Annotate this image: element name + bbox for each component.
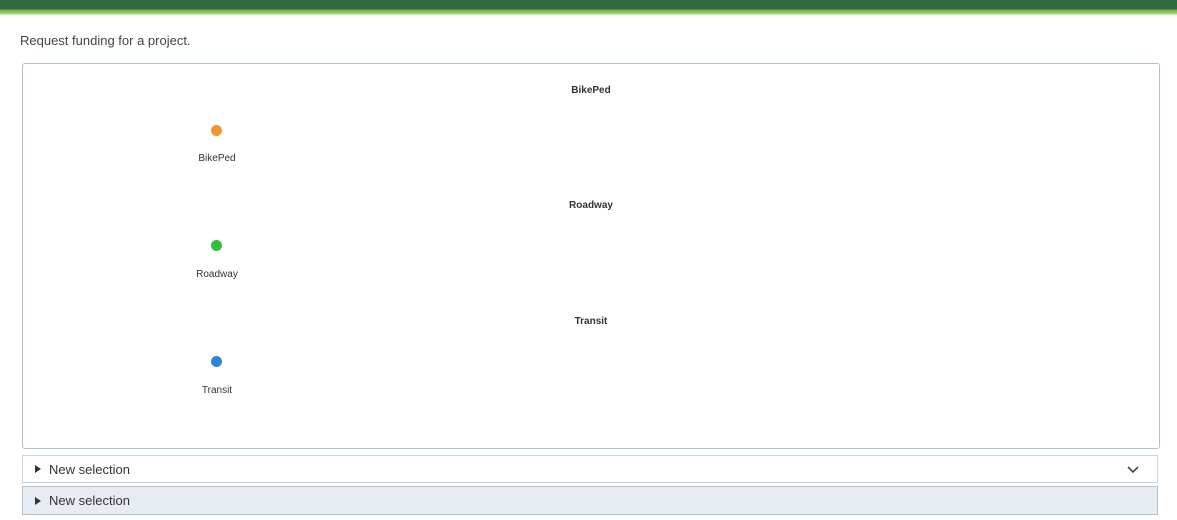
expand-triangle-icon[interactable] — [35, 496, 41, 505]
group-title-bikeped: BikePed — [571, 85, 611, 96]
selection-label: New selection — [49, 461, 130, 477]
new-selection-row[interactable]: New selection — [22, 455, 1158, 483]
selection-label: New selection — [49, 493, 130, 508]
expand-triangle-icon[interactable] — [35, 465, 41, 473]
project-type-panel: BikePed BikePed Roadway Roadway Transit … — [22, 63, 1160, 449]
chevron-down-icon[interactable] — [1127, 463, 1139, 475]
new-selection-row-2[interactable]: New selection — [22, 486, 1158, 515]
bikeped-marker-label[interactable]: BikePed — [167, 153, 267, 164]
group-title-roadway: Roadway — [569, 200, 613, 211]
group-title-transit: Transit — [574, 316, 608, 327]
bikeped-marker-icon[interactable] — [211, 125, 222, 136]
roadway-marker-icon[interactable] — [211, 240, 222, 251]
roadway-marker-label[interactable]: Roadway — [167, 269, 267, 280]
page-prompt: Request funding for a project. — [20, 33, 191, 48]
header-banner — [0, 0, 1177, 16]
transit-marker-icon[interactable] — [211, 356, 222, 367]
transit-marker-label[interactable]: Transit — [167, 385, 267, 396]
